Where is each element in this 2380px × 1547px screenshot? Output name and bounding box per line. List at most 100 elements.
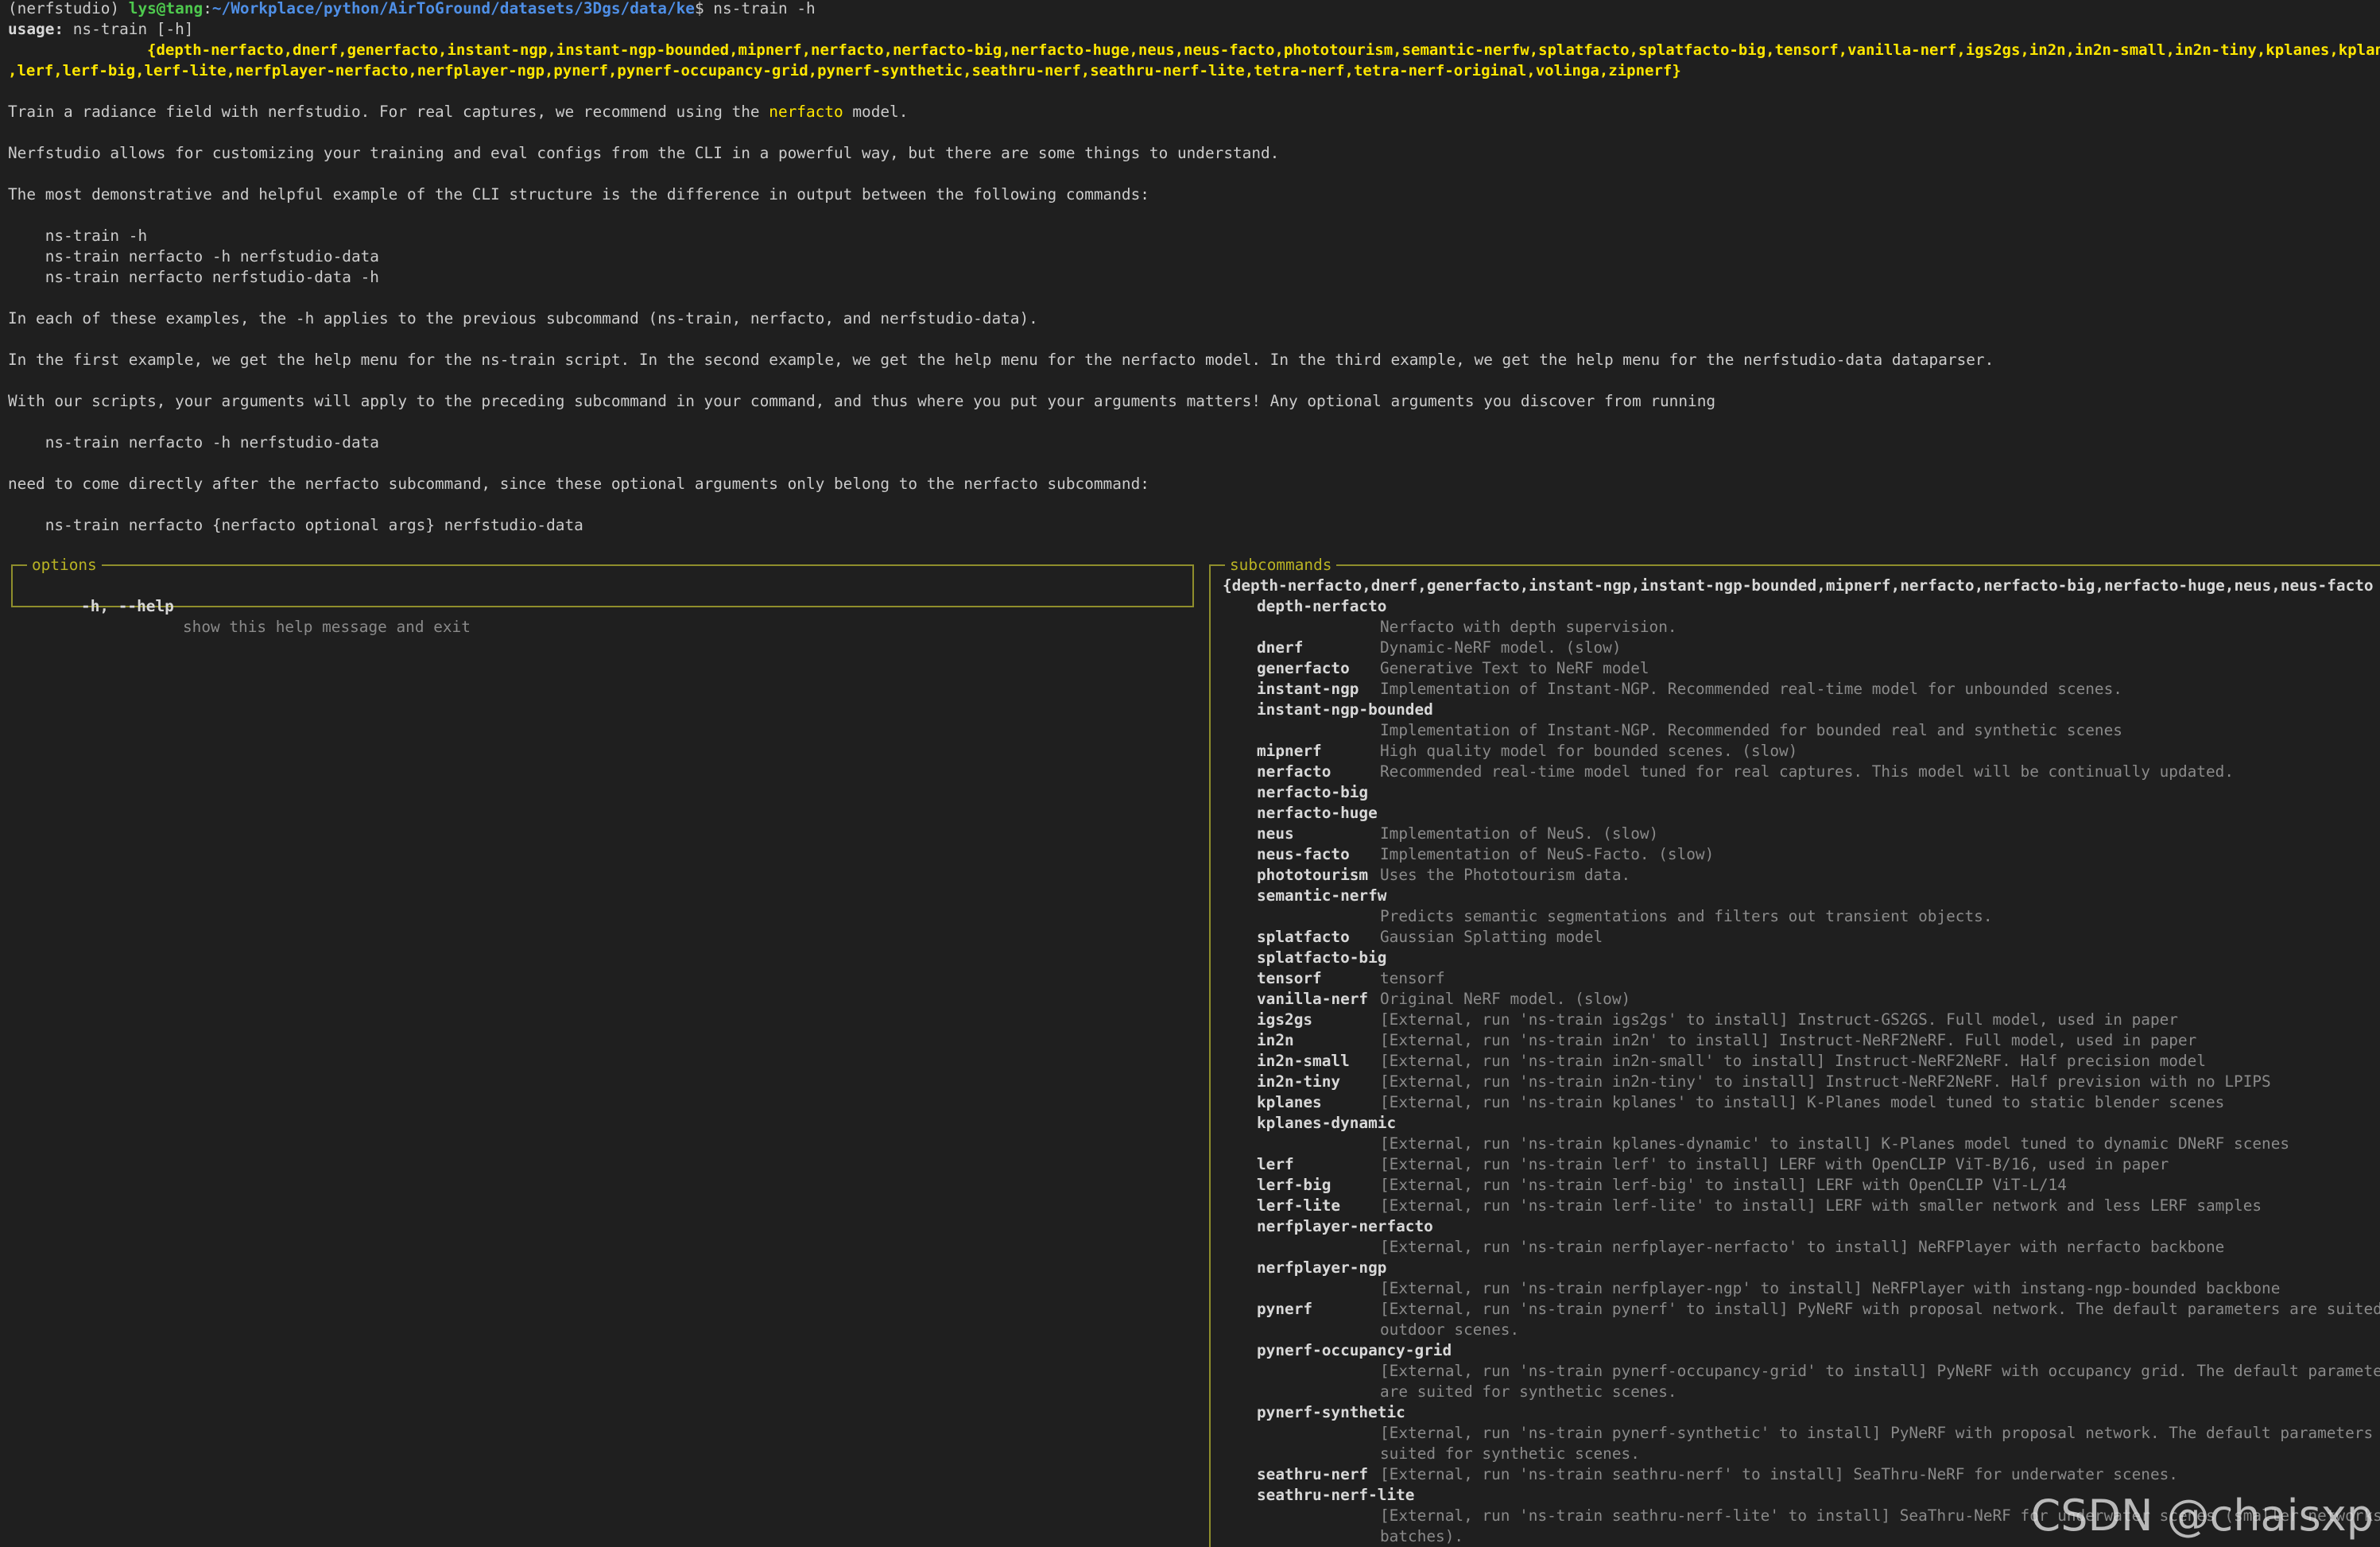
subcommand-row: nerfacto-huge [1257,803,2370,824]
subcommand-name: depth-nerfacto [1257,597,1387,615]
subcommand-row: [External, run 'ns-train pynerf-syntheti… [1257,1423,2373,1444]
subcommand-description: Implementation of Instant-NGP. Recommend… [1380,680,2122,698]
subcommand-row: pynerf [External, run 'ns-train pynerf' t… [1257,1299,2380,1320]
subcommand-row: Nerfacto with depth supervision. [1257,617,2370,638]
subcommand-name: nerfacto-huge [1257,804,1378,822]
subcommand-description: [External, run 'ns-train lerf-big' to in… [1380,1176,2067,1194]
path-separator: : [203,0,212,17]
subcommand-row: semantic-nerfw [1257,886,2370,906]
subcommand-name: in2n-tiny [1257,1072,1341,1091]
subcommand-name: igs2gs [1257,1010,1313,1029]
subcommand-description: Original NeRF model. (slow) [1380,990,1631,1008]
subcommand-row: suited for synthetic scenes. [1257,1444,2370,1464]
description-p1: Train a radiance field with nerfstudio. … [8,102,908,122]
usage-text: ns-train [-h] [64,20,194,38]
subcommand-description: Implementation of NeuS. (slow) [1380,824,1659,843]
subcommand-name: pynerf-occupancy-grid [1257,1341,1452,1359]
subcommand-description: [External, run 'ns-train pynerf-occupanc… [1380,1362,2380,1380]
subcommand-description: Implementation of Instant-NGP. Recommend… [1380,721,2122,739]
prompt-line: (nerfstudio) lys@tang:~/Workplace/python… [8,0,816,19]
subcommand-row: generfacto Generative Text to NeRF model [1257,658,2370,679]
subcommand-name: mipnerf [1257,742,1322,760]
subcommand-description: [External, run 'ns-train in2n-small' to … [1380,1052,2206,1070]
subcommand-name: seathru-nerf [1257,1465,1369,1483]
subcommand-name: lerf [1257,1155,1294,1173]
options-panel: options -h, --help show this help messag… [11,555,1194,636]
description-p3: The most demonstrative and helpful examp… [8,185,1149,204]
subcommand-row: lerf-big [External, run 'ns-train lerf-bi… [1257,1175,2370,1196]
subcommand-name: generfacto [1257,659,1350,677]
subcommands-choices: {depth-nerfacto,dnerf,generfacto,instant… [1223,576,2375,595]
example-command-3: ns-train nerfacto nerfstudio-data -h [8,268,379,286]
subcommand-row: [External, run 'ns-train kplanes-dynamic… [1257,1134,2370,1154]
subcommand-row: in2n-tiny [External, run 'ns-train in2n-t… [1257,1072,2370,1092]
usage-label: usage: [8,20,64,38]
subcommand-row: [External, run 'ns-train nerfplayer-nerf… [1257,1237,2370,1258]
example-command-4: ns-train nerfacto -h nerfstudio-data [8,433,379,452]
subcommand-row: phototourism Uses the Phototourism data. [1257,865,2370,886]
subcommand-description: are suited for synthetic scenes. [1380,1382,1677,1401]
subcommand-row: Predicts semantic segmentations and filt… [1257,906,2370,927]
subcommand-row: pynerf-synthetic [1257,1402,2370,1423]
usage-choices-line1: {depth-nerfacto,dnerf,generfacto,instant… [147,41,2380,59]
subcommand-description: [External, run 'ns-train pynerf-syntheti… [1380,1424,2380,1442]
subcommand-name: dnerf [1257,638,1304,657]
example-command-5: ns-train nerfacto {nerfacto optional arg… [8,516,583,534]
command-text: ns-train -h [704,0,816,17]
subcommand-description: Implementation of NeuS-Facto. (slow) [1380,845,1715,863]
subcommand-name: lerf-lite [1257,1196,1341,1215]
subcommand-name: seathru-nerf-lite [1257,1486,1415,1504]
subcommand-row: instant-ngp Implementation of Instant-NGP… [1257,679,2370,700]
prompt-symbol: $ [694,0,704,17]
subcommand-description: High quality model for bounded scenes. (… [1380,742,1798,760]
option-help-flag: -h, --help [81,597,174,615]
usage-line: usage: ns-train [-h] [8,19,194,40]
description-p1-end: model. [843,103,909,121]
option-help-row: -h, --help show this help message and ex… [25,576,471,636]
highlight-nerfacto: nerfacto [769,103,843,121]
subcommand-name: instant-ngp-bounded [1257,700,1433,719]
subcommand-description: Predicts semantic segmentations and filt… [1380,907,1993,925]
subcommand-row: nerfacto-big [1257,782,2370,803]
subcommand-description: [External, run 'ns-train nerfplayer-ngp'… [1380,1279,2281,1297]
subcommand-description: tensorf [1380,969,1445,987]
subcommand-row: kplanes [External, run 'ns-train kplanes'… [1257,1092,2370,1113]
subcommand-row: depth-nerfacto [1257,596,2370,617]
subcommand-row: igs2gs [External, run 'ns-train igs2gs' t… [1257,1010,2370,1030]
subcommand-name: instant-ngp [1257,680,1359,698]
subcommand-description: [External, run 'ns-train seathru-nerf' t… [1380,1465,2178,1483]
subcommand-row: are suited for synthetic scenes. [1257,1382,2370,1402]
subcommand-row: splatfacto-big [1257,948,2370,968]
subcommand-name: tensorf [1257,969,1322,987]
subcommand-description: [External, run 'ns-train igs2gs' to inst… [1380,1010,2178,1029]
subcommand-description: suited for synthetic scenes. [1380,1444,1640,1463]
current-path: ~/Workplace/python/AirToGround/datasets/… [211,0,695,17]
subcommand-description: Nerfacto with depth supervision. [1380,618,1677,636]
subcommand-row: nerfplayer-ngp [1257,1258,2370,1278]
subcommand-name: in2n-small [1257,1052,1350,1070]
subcommand-name: pynerf [1257,1300,1313,1318]
subcommand-description: [External, run 'ns-train kplanes-dynamic… [1380,1134,2290,1153]
subcommand-row: neus-facto Implementation of NeuS-Facto. … [1257,844,2370,865]
subcommand-description: Dynamic-NeRF model. (slow) [1380,638,1622,657]
subcommand-name: in2n [1257,1031,1294,1049]
description-p7: need to come directly after the nerfacto… [8,475,1149,493]
subcommand-name: nerfplayer-ngp [1257,1258,1387,1277]
subcommand-row: kplanes-dynamic [1257,1113,2370,1134]
subcommand-row: mipnerf High quality model for bounded sc… [1257,741,2370,762]
subcommand-row: [External, run 'ns-train nerfplayer-ngp'… [1257,1278,2370,1299]
subcommands-panel-title: subcommands [1225,555,1337,576]
description-p2: Nerfstudio allows for customizing your t… [8,144,1280,162]
subcommand-row: [External, run 'ns-train pynerf-occupanc… [1257,1361,2380,1382]
usage-choices-line2: ,lerf,lerf-big,lerf-lite,nerfplayer-nerf… [8,62,1681,79]
subcommand-name: splatfacto-big [1257,948,1387,967]
example-command-2: ns-train nerfacto -h nerfstudio-data [8,247,379,266]
subcommand-description: [External, run 'ns-train lerf' to instal… [1380,1155,2169,1173]
subcommand-description: [External, run 'ns-train nerfplayer-nerf… [1380,1238,2225,1256]
subcommand-description: batches). [1380,1527,1464,1545]
subcommand-row: dnerf Dynamic-NeRF model. (slow) [1257,638,2370,658]
terminal-window[interactable]: (nerfstudio) lys@tang:~/Workplace/python… [0,0,2380,1547]
description-p6: With our scripts, your arguments will ap… [8,392,1716,410]
subcommand-row: neus Implementation of NeuS. (slow) [1257,824,2370,844]
subcommand-name: kplanes-dynamic [1257,1114,1397,1132]
